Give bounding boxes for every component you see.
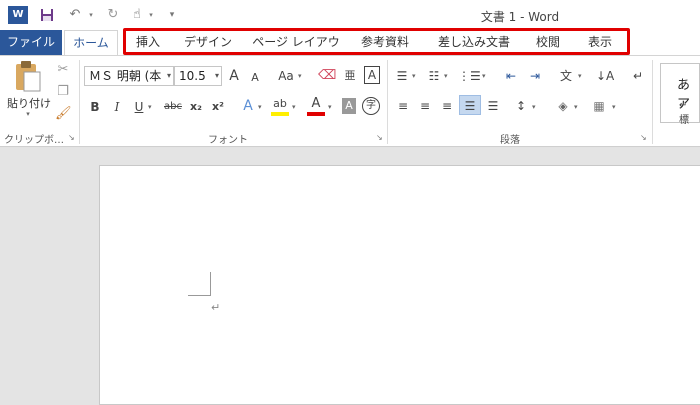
font-launcher-icon[interactable]: ↘ (376, 134, 384, 142)
customize-qat-icon[interactable]: ▾ (166, 5, 178, 25)
justify-icon[interactable]: ☰ (459, 95, 481, 115)
chevron-down-icon[interactable]: ▾ (298, 72, 302, 80)
font-size-value: 10.5 (179, 69, 206, 83)
italic-button[interactable]: I (110, 97, 124, 117)
paragraph-launcher-icon[interactable]: ↘ (640, 134, 648, 142)
group-separator (387, 60, 388, 144)
chevron-down-icon[interactable]: ▾ (482, 72, 486, 80)
align-center-icon[interactable]: ≡ (416, 96, 434, 116)
word-app-icon[interactable]: W (8, 6, 28, 24)
chevron-down-icon[interactable]: ▾ (412, 72, 416, 80)
window-title: 文書 1 - Word (480, 10, 560, 24)
enclose-characters-button[interactable]: 字 (362, 97, 380, 115)
chevron-down-icon[interactable]: ▾ (578, 72, 582, 80)
annotation-highlight-box (123, 28, 630, 55)
paragraph-group-label: 段落 (500, 135, 520, 146)
show-paragraph-marks-icon[interactable]: ↵ (630, 66, 646, 86)
font-name-value: ＭＳ 明朝 (本 (89, 69, 162, 83)
margin-corner-mark (210, 272, 211, 296)
asian-layout-icon[interactable]: 文 (556, 66, 576, 86)
strikethrough-button[interactable]: abc (162, 97, 184, 117)
chevron-down-icon[interactable]: ▾ (574, 103, 578, 111)
copy-icon[interactable]: ❐ (55, 82, 71, 102)
superscript-button[interactable]: x² (210, 97, 226, 117)
sort-icon[interactable]: ↓A (596, 66, 614, 86)
undo-icon[interactable]: ↶ (66, 5, 84, 25)
character-border-button[interactable]: A (364, 66, 380, 84)
touch-dropdown-icon[interactable]: ▾ (146, 5, 156, 25)
increase-indent-icon[interactable]: ⇥ (526, 66, 544, 86)
paste-dropdown-icon[interactable]: ▾ (18, 110, 38, 118)
tab-file[interactable]: ファイル (0, 30, 62, 55)
chevron-down-icon: ▾ (166, 71, 171, 80)
chevron-down-icon[interactable]: ▾ (258, 103, 262, 111)
tab-home[interactable]: ホーム (64, 30, 118, 56)
touch-mode-icon[interactable]: ☝ (128, 5, 146, 25)
phonetic-guide-button[interactable]: 亜 (342, 66, 358, 86)
text-effects-button[interactable]: A (240, 96, 256, 116)
undo-dropdown-icon[interactable]: ▾ (86, 5, 96, 25)
margin-corner-mark (188, 295, 210, 296)
bold-button[interactable]: B (88, 97, 102, 117)
paragraph-mark: ↵ (211, 301, 221, 314)
line-spacing-icon[interactable]: ↕ (512, 96, 530, 116)
numbering-icon[interactable]: ☷ (426, 66, 442, 86)
distributed-icon[interactable]: ☰ (484, 96, 502, 116)
multilevel-list-icon[interactable]: ⋮☰ (458, 66, 481, 86)
text-highlight-button[interactable]: ab (271, 96, 289, 116)
cut-icon[interactable]: ✂ (55, 60, 71, 80)
grow-font-button[interactable]: A (226, 66, 242, 86)
chevron-down-icon[interactable]: ▾ (532, 103, 536, 111)
group-separator (652, 60, 653, 144)
underline-button[interactable]: U (132, 97, 146, 117)
character-shading-button[interactable]: A (342, 98, 356, 114)
style-gallery[interactable]: あア ↵ 標 (660, 63, 700, 126)
chevron-down-icon[interactable]: ▾ (612, 103, 616, 111)
document-page[interactable] (99, 165, 700, 405)
decrease-indent-icon[interactable]: ⇤ (502, 66, 520, 86)
shrink-font-button[interactable]: A (248, 68, 262, 88)
borders-icon[interactable]: ▦ (590, 96, 608, 116)
clipboard-launcher-icon[interactable]: ↘ (68, 134, 76, 142)
paste-button-label[interactable]: 貼り付け (5, 95, 53, 111)
chevron-down-icon[interactable]: ▾ (444, 72, 448, 80)
change-case-button[interactable]: Aa (275, 66, 297, 86)
chevron-down-icon[interactable]: ▾ (148, 103, 152, 111)
chevron-down-icon[interactable]: ▾ (328, 103, 332, 111)
bullets-icon[interactable]: ☰ (394, 66, 410, 86)
font-size-combo[interactable]: 10.5 ▾ (174, 66, 222, 86)
font-name-combo[interactable]: ＭＳ 明朝 (本 ▾ (84, 66, 174, 86)
chevron-down-icon: ▾ (214, 71, 219, 80)
align-left-icon[interactable]: ≡ (394, 96, 412, 116)
subscript-button[interactable]: x₂ (188, 97, 204, 117)
clear-formatting-icon[interactable]: ⌫ (318, 66, 336, 86)
paste-icon[interactable] (10, 60, 44, 94)
chevron-down-icon[interactable]: ▾ (292, 103, 296, 111)
clipboard-group-label: クリップボ… (4, 135, 64, 146)
redo-icon[interactable]: ↻ (104, 5, 122, 25)
align-right-icon[interactable]: ≡ (438, 96, 456, 116)
style-preview-label: ↵ 標 (679, 100, 689, 126)
format-painter-icon[interactable]: 🖌 (55, 104, 72, 124)
font-group-label: フォント (208, 135, 248, 146)
shading-icon[interactable]: ◈ (554, 96, 572, 116)
group-separator (79, 60, 80, 144)
font-color-button[interactable]: A (307, 96, 325, 116)
save-icon[interactable] (38, 5, 56, 25)
